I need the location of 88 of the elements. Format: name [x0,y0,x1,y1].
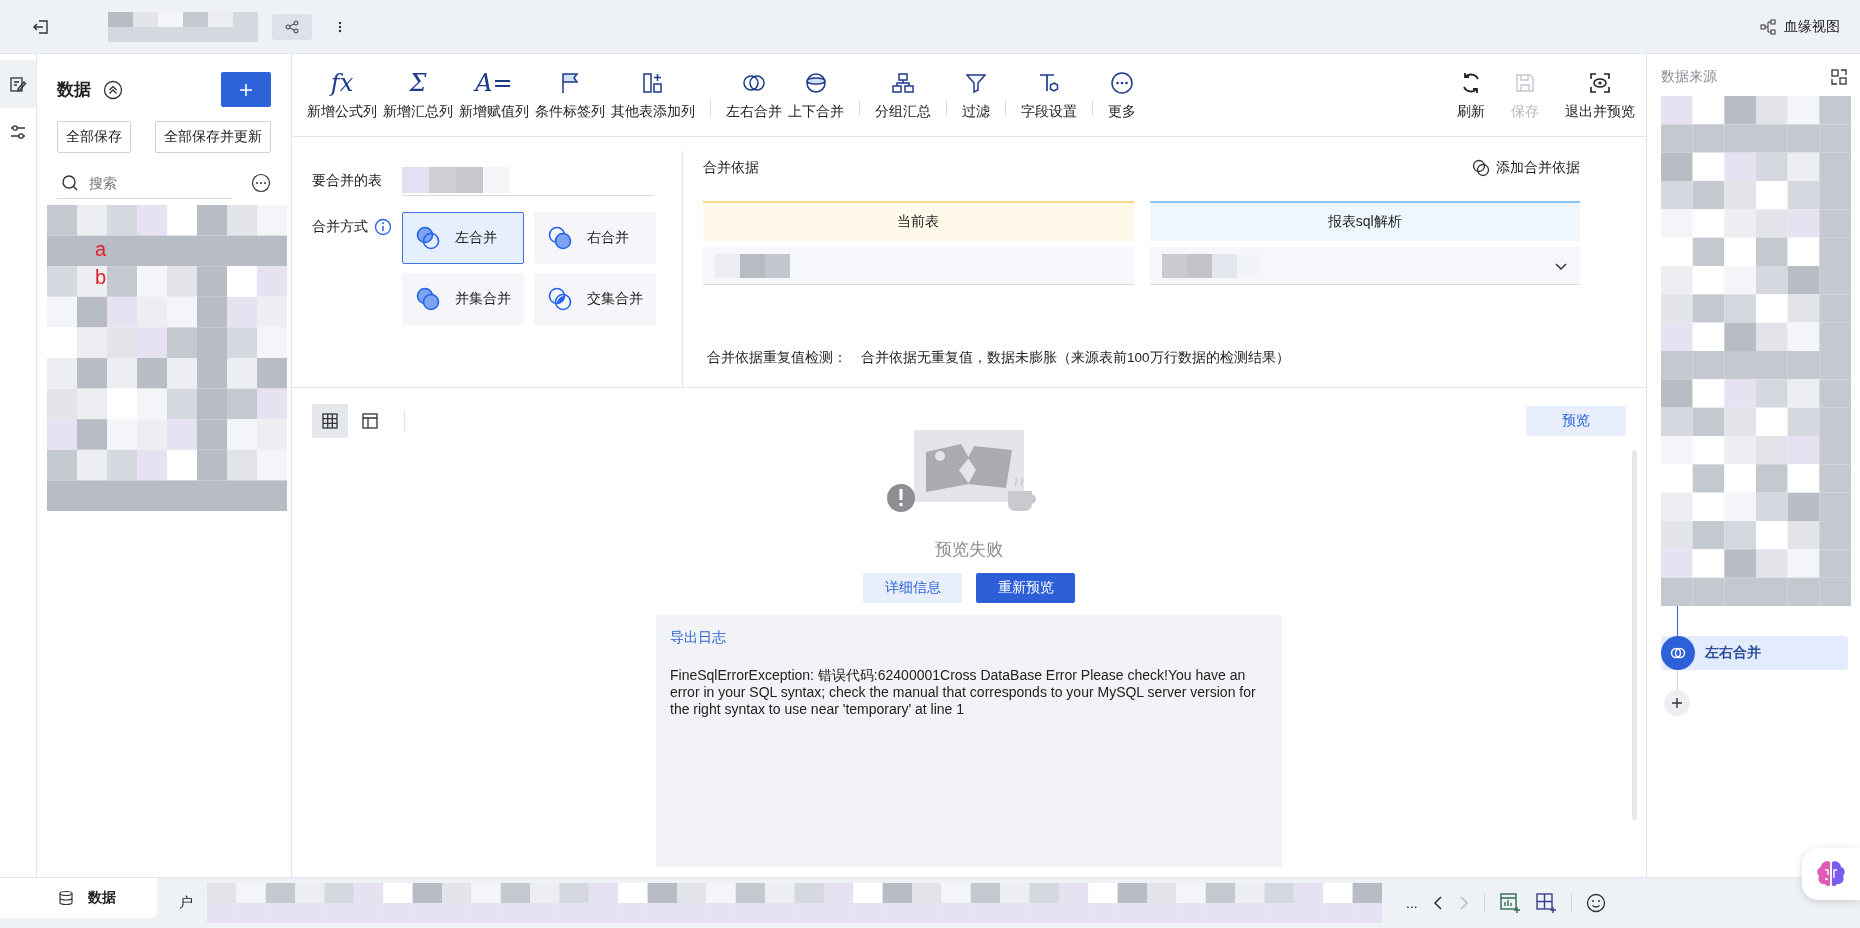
overflow-indicator[interactable]: ... [1406,895,1418,911]
layout-icon [361,412,379,430]
collapse-icon[interactable] [103,79,123,100]
panel-title: 数据来源 [1661,68,1717,86]
switch-icon[interactable] [1830,68,1848,86]
check-label: 合并依据重复值检测： [707,349,847,367]
search-field[interactable]: 搜索 [87,173,221,192]
column-header: 报表sql解析 [1149,201,1580,241]
preview-button[interactable]: 预览 [1526,406,1626,436]
merge-mode-option[interactable]: 交集合并 [534,273,656,325]
share-button[interactable] [272,13,312,40]
add-button[interactable] [221,72,271,107]
add-column-icon [641,71,665,95]
edit-tab[interactable] [0,60,36,108]
field-select[interactable] [1149,247,1580,285]
plus-icon [239,82,253,97]
back-icon[interactable] [32,17,50,36]
toolbar-button[interactable]: 分组汇总 [872,69,934,121]
stacked-merge-icon [804,71,828,95]
formula-icon: Σ [409,69,427,97]
annotation-mark: a [95,237,107,262]
section-title: 合并依据 [703,159,759,177]
venn-icon [415,225,441,251]
ai-assistant-button[interactable] [1802,848,1860,900]
add-step-button[interactable] [1664,690,1690,716]
toolbar-button[interactable]: 左右合并 [723,69,785,121]
formula-icon: fx [330,69,354,97]
overlapping-circles-icon [1472,159,1490,177]
sheet-tab-label: 户 [179,894,193,912]
field-label: 要合并的表 [312,171,382,190]
annotation-mark: b [95,265,107,290]
add-chart-sheet-icon[interactable] [1498,892,1521,914]
add-table-sheet-icon[interactable] [1534,892,1557,914]
toolbar-button[interactable]: 其他表添加列 [608,69,698,121]
previous-icon[interactable] [1431,895,1444,911]
toolbar-button[interactable]: A= 新增赋值列 [456,69,532,121]
check-result: 合并依据无重复值，数据未膨胀（来源表前100万行数据的检测结果） [861,349,1290,367]
toolbar-button[interactable]: 刷新 [1454,69,1488,121]
venn-icon [415,286,441,312]
grid-icon [321,412,339,430]
venn-icon [547,225,573,251]
merge-mode-option[interactable]: 并集合并 [402,273,524,325]
panel-title: 数据 [57,79,91,101]
toolbar-button[interactable]: 更多 [1105,69,1139,121]
more-icon[interactable] [338,20,342,33]
toolbar-button[interactable]: 字段设置 [1018,69,1080,121]
view-tab[interactable] [312,404,348,438]
merge-mode-option[interactable]: 左合并 [402,212,524,264]
smiley-icon[interactable] [1585,893,1606,913]
formula-icon: A= [475,69,513,97]
merge-mode-option[interactable]: 右合并 [534,212,656,264]
hierarchy-icon [891,71,915,95]
sheet-tab[interactable]: 数据 [0,878,157,918]
toolbar-button[interactable]: 上下合并 [785,69,847,121]
text-settings-icon [1037,71,1061,95]
lineage-icon [1760,18,1776,35]
export-log-link[interactable]: 导出日志 [670,629,726,647]
lineage-button[interactable]: 血缘视图 [1760,17,1840,36]
field-select[interactable] [703,247,1134,285]
column-header: 当前表 [703,201,1134,241]
add-basis-link[interactable]: 添加合并依据 [1472,159,1580,177]
retry-button[interactable]: 重新预览 [976,573,1075,603]
toolbar-button[interactable]: Σ 新增汇总列 [380,69,456,121]
detail-button[interactable]: 详细信息 [863,573,962,603]
toolbar-button[interactable]: 条件标签列 [532,69,608,121]
status-text: 预览失败 [935,539,1003,561]
eye-icon [1588,71,1612,95]
error-message: FineSqlErrorException: 错误代码:62400001Cross DataBase Error Please check!You have an error in your SQL syntax; check the manual that corresponds to your MySQL server version for the right syntax to use near 'temporary' at line 1 [670,667,1257,718]
sliders-icon [9,123,27,141]
filter-icon [964,71,988,95]
info-icon[interactable] [374,218,392,236]
field-label: 合并方式 [312,218,368,236]
save-button[interactable]: 全部保存 [57,121,131,153]
save-icon [1513,71,1537,95]
edit-icon [9,75,27,93]
search-icon[interactable] [61,173,79,192]
toolbar-button[interactable]: fx 新增公式列 [304,69,380,121]
more-icon [1110,71,1134,95]
scrollbar[interactable] [1632,450,1637,820]
database-icon [58,890,74,906]
plus-icon [1671,697,1683,709]
save-button[interactable]: 全部保存并更新 [155,121,271,153]
share-icon [284,18,300,35]
step-item[interactable]: 左右合并 [1661,636,1848,670]
toolbar-button[interactable]: 过滤 [959,69,993,121]
more-icon[interactable] [251,173,271,193]
venn-icon [547,286,573,312]
toolbar-button[interactable]: 退出并预览 [1562,69,1638,121]
